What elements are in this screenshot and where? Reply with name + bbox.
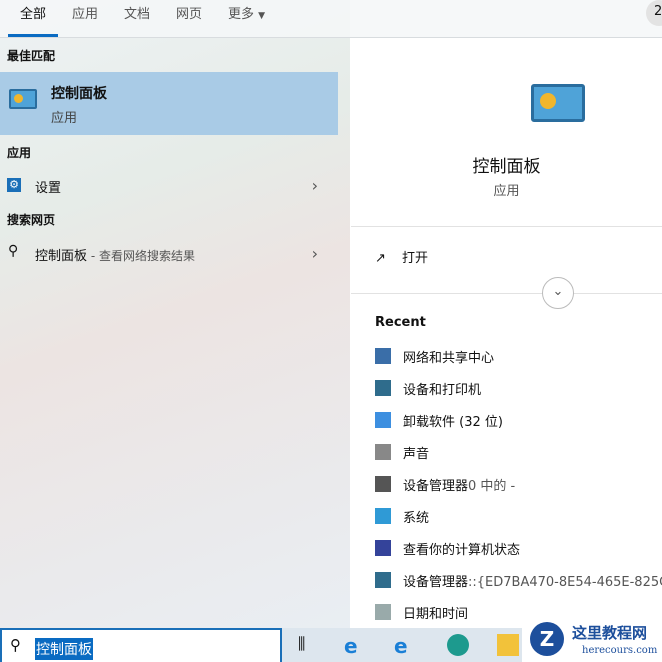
tab-web[interactable]: 网页	[176, 3, 202, 22]
recent-label: 设备管理器	[403, 575, 469, 590]
app-label: 设置	[35, 181, 62, 196]
folder-icon[interactable]	[497, 634, 519, 656]
control-panel-icon	[9, 89, 37, 109]
watermark-logo: Z 这里教程网 herecours.com	[522, 618, 662, 662]
tab-more-label: 更多	[228, 7, 255, 22]
watermark-url: herecours.com	[582, 645, 658, 656]
task-view-icon[interactable]: ⫼	[298, 634, 320, 656]
web-header: 搜索网页	[7, 213, 56, 227]
divider	[351, 226, 662, 227]
edge-icon[interactable]	[447, 634, 469, 656]
web-search-item[interactable]: ⚲ 控制面板 - 查看网络搜索结果 ›	[0, 236, 338, 270]
monitor-icon	[375, 508, 391, 524]
uninstall-icon	[375, 412, 391, 428]
printer-icon	[375, 572, 391, 588]
clock-icon	[375, 604, 391, 620]
preview-title: 控制面板	[472, 157, 541, 177]
tab-apps[interactable]: 应用	[72, 3, 98, 22]
tab-documents[interactable]: 文档	[124, 3, 150, 22]
avatar[interactable]: 2	[646, 0, 662, 26]
printer-icon	[375, 380, 391, 396]
control-panel-large-icon	[531, 84, 585, 122]
preview-subtitle: 应用	[493, 184, 520, 199]
recent-extra: 0 中的 -	[468, 479, 516, 494]
chevron-right-icon[interactable]: ›	[312, 176, 318, 195]
expand-button[interactable]: ⌄	[542, 277, 574, 309]
device-icon	[375, 476, 391, 492]
search-icon: ⚲	[8, 243, 19, 259]
search-value: 控制面板	[35, 638, 93, 660]
active-tab-indicator	[8, 34, 58, 37]
open-icon: ↗	[375, 251, 386, 266]
best-match-subtitle: 应用	[51, 111, 78, 126]
web-suffix: - 查看网络搜索结果	[87, 249, 195, 263]
search-input[interactable]: ⚲ 控制面板	[0, 628, 282, 662]
ie-icon[interactable]: e	[394, 634, 416, 658]
divider	[351, 293, 662, 294]
app-item-settings[interactable]: ⚙ 设置 ›	[0, 168, 338, 202]
search-icon: ⚲	[10, 636, 21, 654]
recent-extra: ::{ED7BA470-8E54-465E-825C-9	[468, 575, 662, 590]
open-label: 打开	[402, 251, 429, 266]
preview-pane: 控制面板 应用 ↗ 打开 ⌄ Recent 网络和共享中心 设备和打印机卸载软件 …	[351, 50, 662, 628]
best-match-header: 最佳匹配	[7, 49, 56, 63]
best-match-title: 控制面板	[51, 86, 107, 102]
speaker-icon	[375, 444, 391, 460]
filter-tabs: 全部 应用 文档 网页 更多 ▼ 2	[0, 0, 662, 38]
watermark-title: 这里教程网	[572, 624, 648, 642]
ie-icon[interactable]: e	[344, 634, 366, 658]
recent-label: 声音	[403, 447, 430, 462]
chevron-right-icon[interactable]: ›	[312, 244, 318, 263]
tab-all[interactable]: 全部	[20, 3, 46, 22]
recent-label: 卸载软件 (32 位)	[403, 415, 503, 430]
recent-label: 查看你的计算机状态	[403, 543, 521, 558]
recent-label: 日期和时间	[403, 607, 469, 622]
gear-icon: ⚙	[7, 178, 21, 192]
network-icon	[375, 348, 391, 364]
caret-down-icon: ▼	[258, 11, 266, 21]
taskbar: ⫼ e e Z 这里教程网 herecours.com	[282, 618, 662, 662]
recent-label: 系统	[403, 511, 430, 526]
recent-label: 设备和打印机	[403, 383, 482, 398]
web-query: 控制面板	[35, 249, 88, 264]
best-match-control-panel[interactable]: 控制面板 应用	[0, 72, 338, 135]
recent-header: Recent	[375, 315, 426, 330]
open-action[interactable]: ↗ 打开	[375, 247, 428, 266]
tab-more[interactable]: 更多 ▼	[228, 3, 265, 22]
apps-header: 应用	[7, 146, 32, 160]
recent-label: 网络和共享中心	[403, 351, 495, 366]
recent-label: 设备管理器	[403, 479, 469, 494]
flag-icon	[375, 540, 391, 556]
